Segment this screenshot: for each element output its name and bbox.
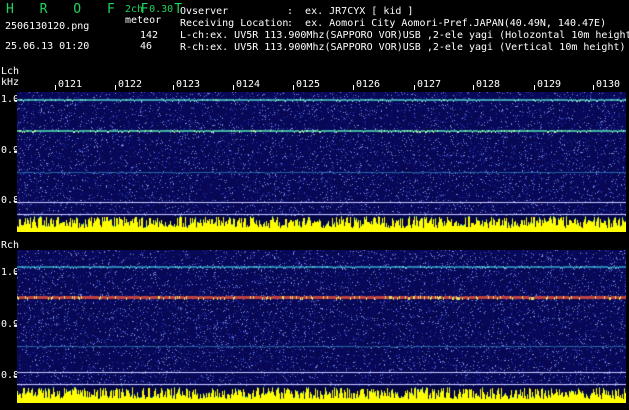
time-tick-mark [233,85,234,90]
meteor-label: meteor [125,15,162,26]
time-tick-label: 0125 [296,79,321,90]
time-tick-mark [353,85,354,90]
time-tick-label: 0130 [596,79,621,90]
hroft-window: H R O F F T 2ch 0.30 2506130120.png mete… [0,0,629,410]
lch-meteor-count: 142 [140,30,159,41]
location-value: : ex. Aomori City Aomori-Pref.JAPAN(40.4… [287,18,607,29]
lch-unit: kHz [1,77,20,88]
location-label: Receiving Location [180,18,289,29]
time-tick-mark [534,85,535,90]
time-tick-mark [115,85,116,90]
rch-receiver-info: R-ch:ex. UV5R 113.900Mhz(SAPPORO VOR)USB… [180,42,626,53]
time-tick-label: 0127 [417,79,442,90]
time-tick-label: 0123 [176,79,201,90]
observer-label: Ovserver [180,6,229,17]
time-tick-mark [473,85,474,90]
time-tick-label: 0124 [236,79,261,90]
rch-spectrogram [17,250,626,403]
time-tick-mark [173,85,174,90]
file-name: 2506130120.png [5,21,90,32]
time-tick-label: 0122 [118,79,143,90]
time-tick-label: 0129 [537,79,562,90]
time-tick-label: 0121 [58,79,83,90]
time-tick-mark [414,85,415,90]
lch-spectrogram [17,92,626,232]
date-time: 25.06.13 01:20 [5,41,90,52]
lch-receiver-info: L-ch:ex. UV5R 113.900Mhz(SAPPORO VOR)USB… [180,30,629,41]
time-tick-mark [55,85,56,90]
time-tick-mark [593,85,594,90]
rch-meteor-count: 46 [140,41,153,52]
time-tick-mark [293,85,294,90]
lch-label: Lch [1,66,20,77]
time-tick-label: 0126 [356,79,381,90]
time-tick-label: 0128 [476,79,501,90]
mode-label: 2ch 0.30 [125,4,174,15]
observer-value: : ex. JR7CYX [ kid ] [287,6,414,17]
